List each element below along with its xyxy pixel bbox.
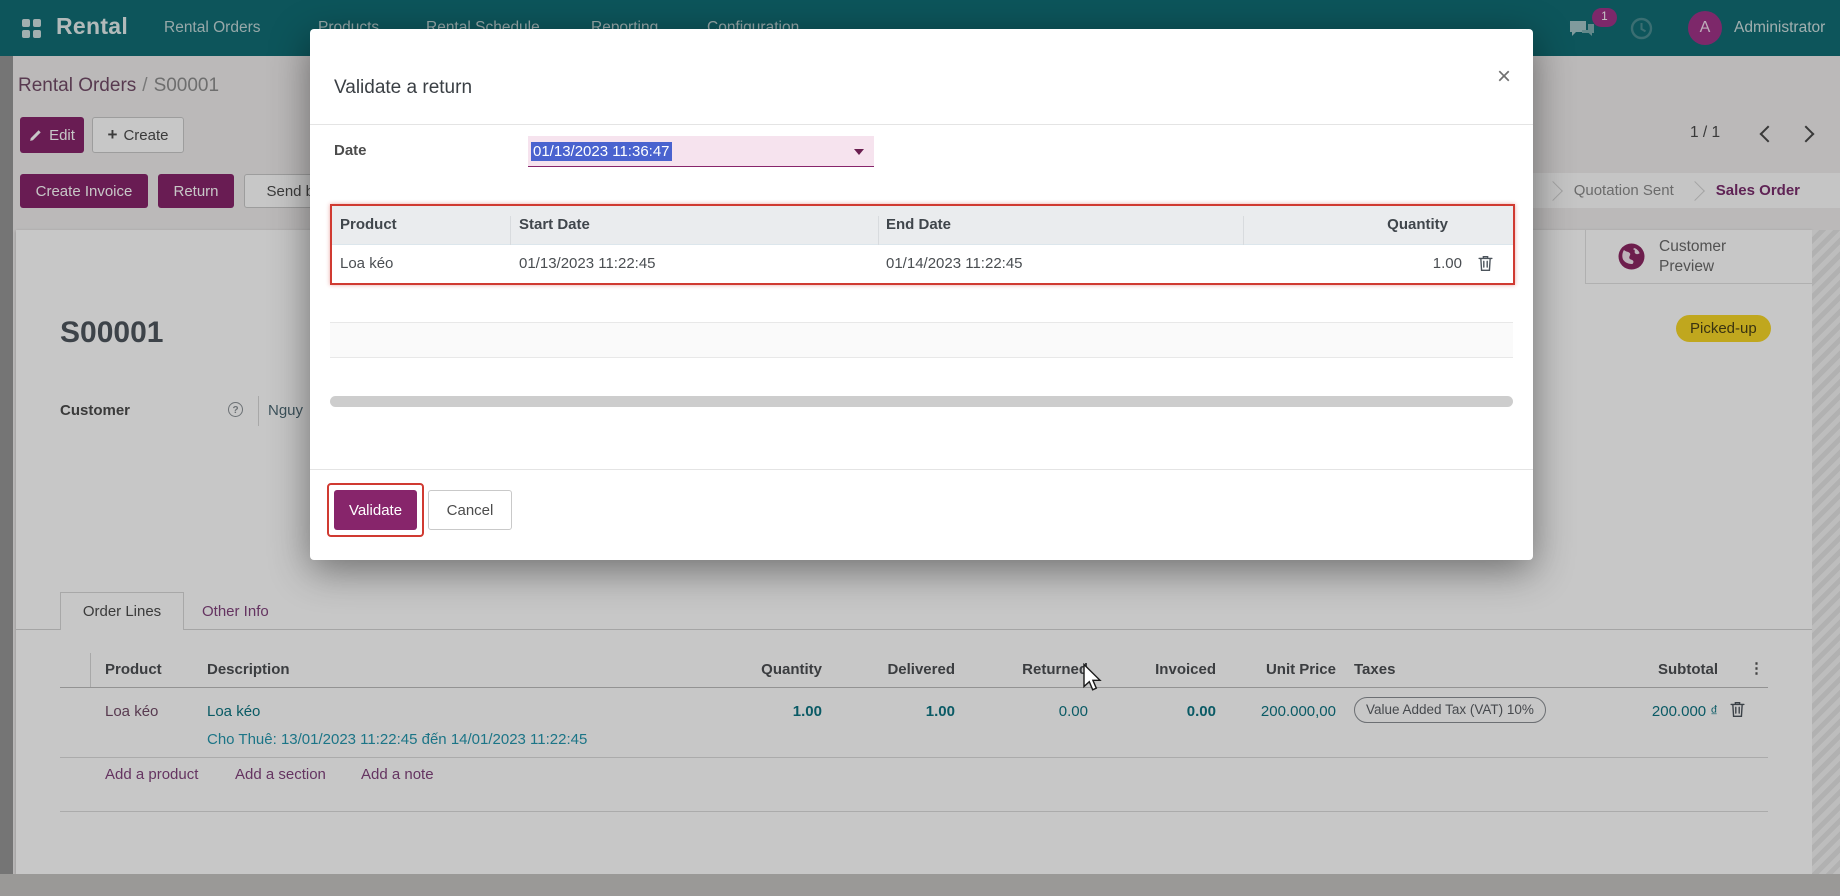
modal-close-icon[interactable]: ×: [1497, 65, 1511, 89]
modal-footer-divider: [310, 469, 1533, 470]
date-field-label: Date: [334, 142, 367, 159]
validate-button[interactable]: Validate: [334, 490, 417, 530]
return-row-quantity: 1.00: [1433, 255, 1462, 272]
validate-return-modal: Validate a return × Date 01/13/2023 11:3…: [310, 29, 1533, 560]
return-row-end-date: 01/14/2023 11:22:45: [886, 255, 1023, 272]
return-col-end-date[interactable]: End Date: [886, 216, 951, 233]
modal-header-divider: [310, 124, 1533, 125]
return-row-start-date: 01/13/2023 11:22:45: [519, 255, 656, 272]
mouse-cursor: [1082, 663, 1104, 693]
modal-title: Validate a return: [334, 77, 472, 99]
app-window: Rental Rental Orders Products Rental Sch…: [0, 0, 1840, 896]
date-dropdown-caret-icon[interactable]: [854, 149, 864, 155]
date-field-selected-text: 01/13/2023 11:36:47: [531, 142, 672, 161]
date-field-input[interactable]: 01/13/2023 11:36:47: [528, 136, 874, 167]
horizontal-scrollbar[interactable]: [330, 396, 1513, 407]
return-lines-table: Product Start Date End Date Quantity Loa…: [330, 204, 1515, 285]
return-row-delete-trash-icon[interactable]: [1478, 255, 1493, 272]
empty-list-stripe: [330, 322, 1513, 358]
return-table-header: Product Start Date End Date Quantity: [332, 206, 1513, 245]
return-table-row[interactable]: Loa kéo 01/13/2023 11:22:45 01/14/2023 1…: [332, 245, 1513, 283]
return-row-product: Loa kéo: [340, 255, 393, 272]
return-col-product[interactable]: Product: [340, 216, 397, 233]
return-col-quantity[interactable]: Quantity: [1387, 216, 1448, 233]
return-col-start-date[interactable]: Start Date: [519, 216, 590, 233]
cancel-button[interactable]: Cancel: [428, 490, 512, 530]
